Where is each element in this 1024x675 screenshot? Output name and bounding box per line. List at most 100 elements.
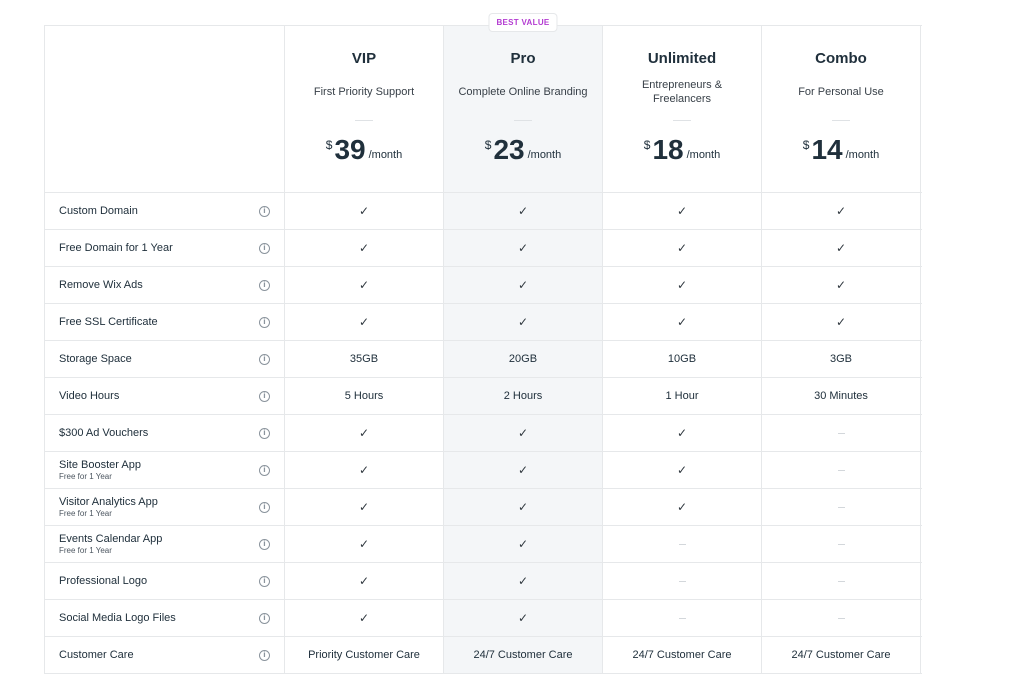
feature-name-cell: Customer Care i [45, 637, 285, 673]
feature-label: Free SSL Certificate [59, 316, 158, 328]
feature-value: 10GB [667, 353, 697, 365]
check-icon: ✓ [358, 463, 370, 477]
info-icon[interactable]: i [259, 464, 270, 476]
feature-value: 3GB [829, 353, 852, 365]
feature-value-cell: 5 Hours [285, 378, 444, 414]
feature-text: Custom Domain [59, 205, 138, 217]
feature-label: Custom Domain [59, 205, 138, 217]
feature-value-cell: ✓ [444, 452, 603, 488]
feature-value: 35GB [349, 353, 379, 365]
feature-value-cell: 1 Hour [603, 378, 762, 414]
plan-column-header: BEST VALUE Pro Complete Online Branding $23… [444, 13, 603, 192]
header-spacer [45, 26, 285, 192]
plan-tagline: Entrepreneurs & Freelancers [641, 79, 723, 105]
feature-value-cell: ✓ [603, 415, 762, 451]
plan-price: $18/month [644, 133, 720, 167]
feature-label: $300 Ad Vouchers [59, 427, 149, 439]
feature-sublabel: Free for 1 Year [59, 509, 112, 518]
info-icon[interactable]: i [259, 390, 270, 402]
plan-tagline: First Priority Support [313, 86, 415, 98]
info-icon[interactable]: i [259, 279, 270, 291]
info-icon[interactable]: i [259, 427, 270, 439]
feature-value-cell: ✓ [444, 267, 603, 303]
feature-value: Priority Customer Care [308, 649, 420, 661]
info-icon[interactable]: i [259, 316, 270, 328]
info-icon[interactable]: i [259, 575, 270, 587]
info-icon[interactable]: i [259, 612, 270, 624]
feature-row: $300 Ad Vouchers i ✓ ✓ ✓ [45, 415, 922, 452]
feature-sublabel: Free for 1 Year [59, 472, 112, 481]
price-currency: $ [325, 138, 333, 152]
check-icon: ✓ [358, 574, 370, 588]
price-amount: 14 [811, 134, 843, 165]
feature-value-cell: ✓ [762, 304, 921, 340]
feature-value-cell [762, 563, 921, 599]
feature-name-cell: Site Booster App Free for 1 Year i [45, 452, 285, 488]
feature-label: Site Booster App [59, 459, 141, 471]
feature-label: Professional Logo [59, 575, 148, 587]
feature-value: 5 Hours [344, 390, 384, 402]
dash-icon [837, 506, 845, 508]
check-icon: ✓ [358, 278, 370, 292]
feature-value: 20GB [508, 353, 538, 365]
feature-text: Professional Logo [59, 575, 147, 587]
price-period: /month [527, 149, 562, 161]
feature-value-cell: 24/7 Customer Care [762, 637, 921, 673]
check-icon: ✓ [835, 315, 847, 329]
feature-value-cell: ✓ [285, 304, 444, 340]
feature-sublabel: Free for 1 Year [59, 546, 112, 555]
dash-icon [837, 469, 845, 471]
info-icon[interactable]: i [259, 501, 270, 513]
feature-label: Social Media Logo Files [59, 612, 176, 624]
check-icon: ✓ [676, 500, 688, 514]
feature-name-cell: Visitor Analytics App Free for 1 Year i [45, 489, 285, 525]
check-icon: ✓ [835, 204, 847, 218]
plan-name: Combo [815, 50, 867, 67]
feature-value-cell: 10GB [603, 341, 762, 377]
info-icon[interactable]: i [259, 205, 270, 217]
plan-tagline: Complete Online Branding [458, 86, 588, 98]
feature-value-cell: ✓ [444, 563, 603, 599]
feature-text: Site Booster App Free for 1 Year [59, 459, 141, 481]
feature-value: 30 Minutes [814, 390, 868, 402]
check-icon: ✓ [517, 463, 529, 477]
feature-name-cell: Social Media Logo Files i [45, 600, 285, 636]
feature-value-cell: ✓ [762, 267, 921, 303]
check-icon: ✓ [358, 611, 370, 625]
feature-value-cell: 35GB [285, 341, 444, 377]
feature-value-cell: ✓ [444, 600, 603, 636]
feature-value-cell [762, 600, 921, 636]
info-icon[interactable]: i [259, 242, 270, 254]
check-icon: ✓ [676, 241, 688, 255]
feature-value-cell: ✓ [444, 230, 603, 266]
feature-value-cell: Priority Customer Care [285, 637, 444, 673]
feature-row: Custom Domain i ✓ ✓ ✓ ✓ [45, 193, 922, 230]
feature-text: Video Hours [59, 390, 119, 402]
info-icon[interactable]: i [259, 649, 270, 661]
info-icon[interactable]: i [259, 353, 270, 365]
plan-name: VIP [351, 50, 377, 67]
feature-value: 1 Hour [665, 390, 699, 402]
feature-value-cell: ✓ [444, 526, 603, 562]
check-icon: ✓ [517, 278, 529, 292]
divider [355, 120, 373, 121]
feature-value-cell: ✓ [285, 563, 444, 599]
plan-name: Pro [510, 50, 536, 67]
check-icon: ✓ [358, 500, 370, 514]
price-amount: 18 [652, 134, 684, 165]
check-icon: ✓ [676, 278, 688, 292]
check-icon: ✓ [517, 241, 529, 255]
feature-value-cell: ✓ [603, 230, 762, 266]
check-icon: ✓ [517, 315, 529, 329]
feature-value-cell: 24/7 Customer Care [444, 637, 603, 673]
feature-name-cell: Professional Logo i [45, 563, 285, 599]
feature-label: Remove Wix Ads [59, 279, 143, 291]
info-icon[interactable]: i [259, 538, 270, 550]
feature-label: Visitor Analytics App [59, 496, 158, 508]
divider [832, 120, 850, 121]
feature-value-cell: 2 Hours [444, 378, 603, 414]
feature-value-cell [603, 600, 762, 636]
plan-header-row: VIP First Priority Support $39/month BEST V… [45, 13, 922, 193]
feature-name-cell: Storage Space i [45, 341, 285, 377]
feature-value-cell: ✓ [444, 415, 603, 451]
